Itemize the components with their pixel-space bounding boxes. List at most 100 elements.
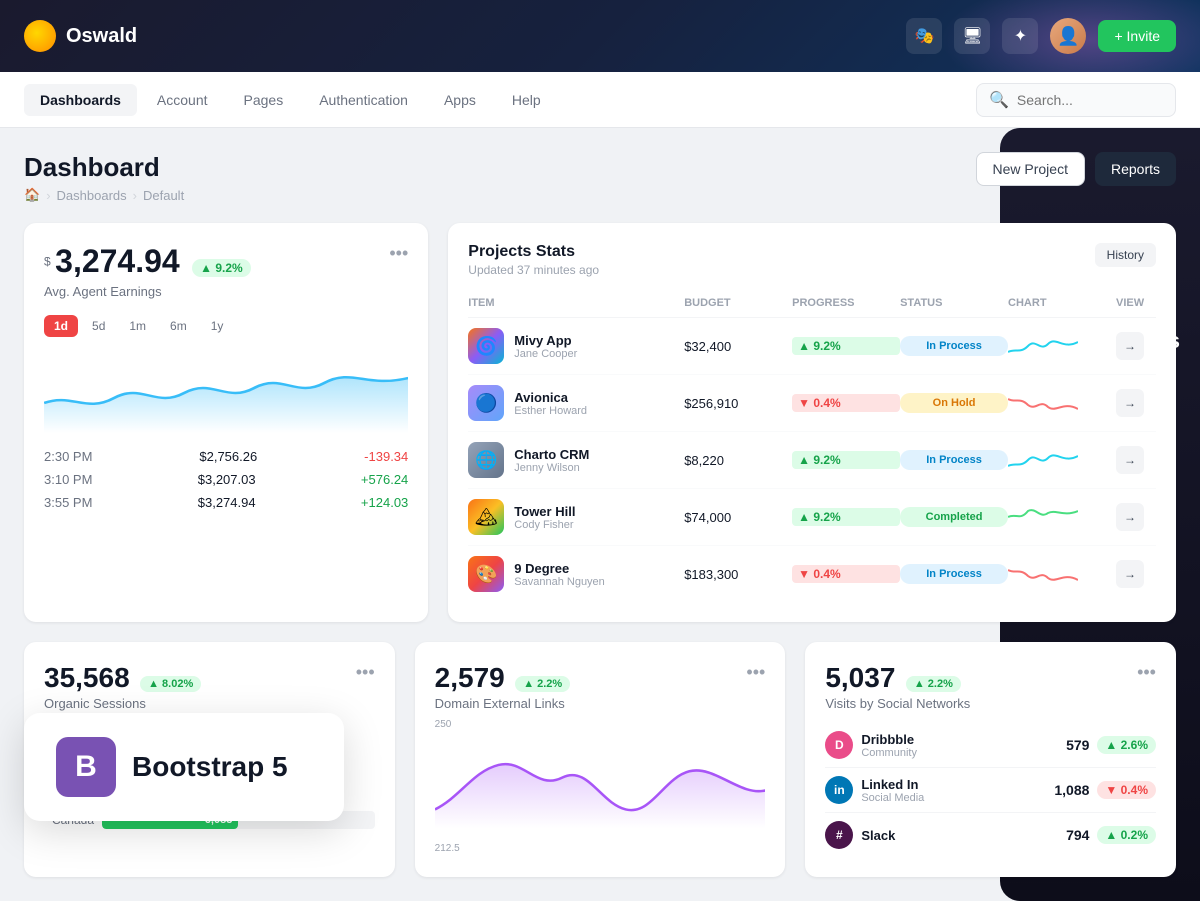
search-area: 🔍 bbox=[976, 83, 1176, 117]
invite-button[interactable]: + Invite bbox=[1098, 20, 1176, 52]
organic-label: Organic Sessions bbox=[44, 696, 201, 711]
item-info-charto: 🌐 Charto CRMJenny Wilson bbox=[468, 442, 684, 478]
domain-links-card: 2,579 ▲ 2.2% Domain External Links ••• 2… bbox=[415, 642, 786, 877]
breadcrumb-home-icon: 🏠 bbox=[24, 187, 40, 203]
nav-icon-monitor[interactable]: 🖥 bbox=[954, 18, 990, 54]
projects-stats-card: Projects Stats Updated 37 minutes ago Hi… bbox=[448, 223, 1176, 622]
mini-chart-2 bbox=[1008, 391, 1116, 415]
time-btn-1m[interactable]: 1m bbox=[119, 315, 156, 337]
col-view: VIEW bbox=[1116, 297, 1156, 309]
main-content: Reports Dashboard 🏠 › Dashboards › Defau… bbox=[0, 128, 1200, 901]
social-row-linkedin: in Linked In Social Media 1,088 ▼ 0.4% bbox=[825, 768, 1156, 813]
page-actions: New Project Reports bbox=[976, 152, 1177, 186]
breadcrumb-sep-1: › bbox=[46, 188, 50, 203]
organic-badge: ▲ 8.02% bbox=[140, 676, 201, 692]
bootstrap-icon: B bbox=[56, 737, 116, 797]
nav-right: 🎭 🖥 ✦ 👤 + Invite bbox=[906, 18, 1176, 54]
bootstrap-icon-label: B bbox=[75, 750, 97, 784]
earnings-card: $ 3,274.94 ▲ 9.2% Avg. Agent Earnings ••… bbox=[24, 223, 428, 622]
earnings-amount: 3,274.94 bbox=[55, 243, 180, 279]
breadcrumb-default: Default bbox=[143, 188, 184, 203]
time-btn-1d[interactable]: 1d bbox=[44, 315, 78, 337]
mini-chart-4 bbox=[1008, 505, 1116, 529]
table-row: 🌀 Mivy AppJane Cooper $32,400 ▲ 9.2% In … bbox=[468, 318, 1156, 375]
domain-chart: 250 212.5 bbox=[435, 719, 766, 819]
organic-amount: 35,568 bbox=[44, 662, 130, 693]
dribbble-icon: D bbox=[825, 731, 853, 759]
linkedin-icon: in bbox=[825, 776, 853, 804]
social-menu-icon[interactable]: ••• bbox=[1137, 662, 1156, 711]
organic-menu-icon[interactable]: ••• bbox=[356, 662, 375, 711]
top-nav: Oswald 🎭 🖥 ✦ 👤 + Invite bbox=[0, 0, 1200, 72]
time-btn-1y[interactable]: 1y bbox=[201, 315, 234, 337]
nav-item-help[interactable]: Help bbox=[496, 84, 557, 116]
domain-badge: ▲ 2.2% bbox=[515, 676, 570, 692]
domain-menu-icon[interactable]: ••• bbox=[746, 662, 765, 711]
status-badge-inprocess-3: In Process bbox=[900, 564, 1008, 584]
breadcrumb: 🏠 › Dashboards › Default bbox=[24, 187, 184, 203]
item-name-mivy: Mivy App bbox=[514, 333, 577, 348]
nav-icon-mask[interactable]: 🎭 bbox=[906, 18, 942, 54]
search-input[interactable] bbox=[1017, 92, 1163, 108]
nav-item-authentication[interactable]: Authentication bbox=[303, 84, 424, 116]
search-icon: 🔍 bbox=[989, 90, 1009, 110]
time-filters: 1d 5d 1m 6m 1y bbox=[44, 315, 408, 337]
status-badge-inprocess-1: In Process bbox=[900, 336, 1008, 356]
item-info-mivy: 🌀 Mivy AppJane Cooper bbox=[468, 328, 684, 364]
row-arrow-5[interactable]: → bbox=[1116, 560, 1144, 588]
nav-item-apps[interactable]: Apps bbox=[428, 84, 492, 116]
social-badge: ▲ 2.2% bbox=[906, 676, 961, 692]
social-networks-card: 5,037 ▲ 2.2% Visits by Social Networks •… bbox=[805, 642, 1176, 877]
item-info-tower: 🏔 Tower HillCody Fisher bbox=[468, 499, 684, 535]
status-badge-onhold: On Hold bbox=[900, 393, 1008, 413]
col-progress: PROGRESS bbox=[792, 297, 900, 309]
earnings-label: Avg. Agent Earnings bbox=[44, 284, 251, 299]
table-header: ITEM BUDGET PROGRESS STATUS CHART VIEW bbox=[468, 289, 1156, 318]
search-box: 🔍 bbox=[976, 83, 1176, 117]
status-badge-inprocess-2: In Process bbox=[900, 450, 1008, 470]
nav-item-account[interactable]: Account bbox=[141, 84, 224, 116]
breadcrumb-sep-2: › bbox=[133, 188, 137, 203]
mini-chart-1 bbox=[1008, 334, 1116, 358]
top-row: $ 3,274.94 ▲ 9.2% Avg. Agent Earnings ••… bbox=[24, 223, 1176, 622]
table-row: 🎨 9 DegreeSavannah Nguyen $183,300 ▼ 0.4… bbox=[468, 546, 1156, 602]
row-arrow-2[interactable]: → bbox=[1116, 389, 1144, 417]
page-header: Dashboard 🏠 › Dashboards › Default New P… bbox=[24, 152, 1176, 203]
table-row: 🔵 AvionicaEsther Howard $256,910 ▼ 0.4% … bbox=[468, 375, 1156, 432]
row-arrow-4[interactable]: → bbox=[1116, 503, 1144, 531]
nav-item-pages[interactable]: Pages bbox=[228, 84, 300, 116]
social-amount: 5,037 bbox=[825, 662, 895, 693]
earnings-row-2: 3:10 PM $3,207.03 +576.24 bbox=[44, 472, 408, 487]
earnings-badge: ▲ 9.2% bbox=[192, 259, 251, 277]
table-row: 🌐 Charto CRMJenny Wilson $8,220 ▲ 9.2% I… bbox=[468, 432, 1156, 489]
bootstrap-text: Bootstrap 5 bbox=[132, 751, 288, 783]
earnings-row-3: 3:55 PM $3,274.94 +124.03 bbox=[44, 495, 408, 510]
new-project-button[interactable]: New Project bbox=[976, 152, 1085, 186]
mini-chart-5 bbox=[1008, 562, 1116, 586]
avatar[interactable]: 👤 bbox=[1050, 18, 1086, 54]
breadcrumb-dashboards[interactable]: Dashboards bbox=[57, 188, 127, 203]
col-budget: BUDGET bbox=[684, 297, 792, 309]
earnings-currency: $ bbox=[44, 255, 51, 269]
earnings-row-1: 2:30 PM $2,756.26 -139.34 bbox=[44, 449, 408, 464]
domain-amount: 2,579 bbox=[435, 662, 505, 693]
card-menu-icon[interactable]: ••• bbox=[389, 243, 408, 264]
bootstrap-card: B Bootstrap 5 bbox=[24, 713, 344, 821]
earnings-chart bbox=[44, 353, 408, 433]
time-btn-5d[interactable]: 5d bbox=[82, 315, 115, 337]
domain-label: Domain External Links bbox=[435, 696, 571, 711]
col-item: ITEM bbox=[468, 297, 684, 309]
slack-icon: # bbox=[825, 821, 853, 849]
row-arrow-3[interactable]: → bbox=[1116, 446, 1144, 474]
item-info-avionica: 🔵 AvionicaEsther Howard bbox=[468, 385, 684, 421]
nav-icon-share[interactable]: ✦ bbox=[1002, 18, 1038, 54]
reports-button[interactable]: Reports bbox=[1095, 152, 1176, 186]
time-btn-6m[interactable]: 6m bbox=[160, 315, 197, 337]
item-info-9degree: 🎨 9 DegreeSavannah Nguyen bbox=[468, 556, 684, 592]
row-arrow-1[interactable]: → bbox=[1116, 332, 1144, 360]
social-row-dribbble: D Dribbble Community 579 ▲ 2.6% bbox=[825, 723, 1156, 768]
nav-item-dashboards[interactable]: Dashboards bbox=[24, 84, 137, 116]
logo-text: Oswald bbox=[66, 25, 137, 48]
social-label: Visits by Social Networks bbox=[825, 696, 970, 711]
history-button[interactable]: History bbox=[1095, 243, 1156, 267]
